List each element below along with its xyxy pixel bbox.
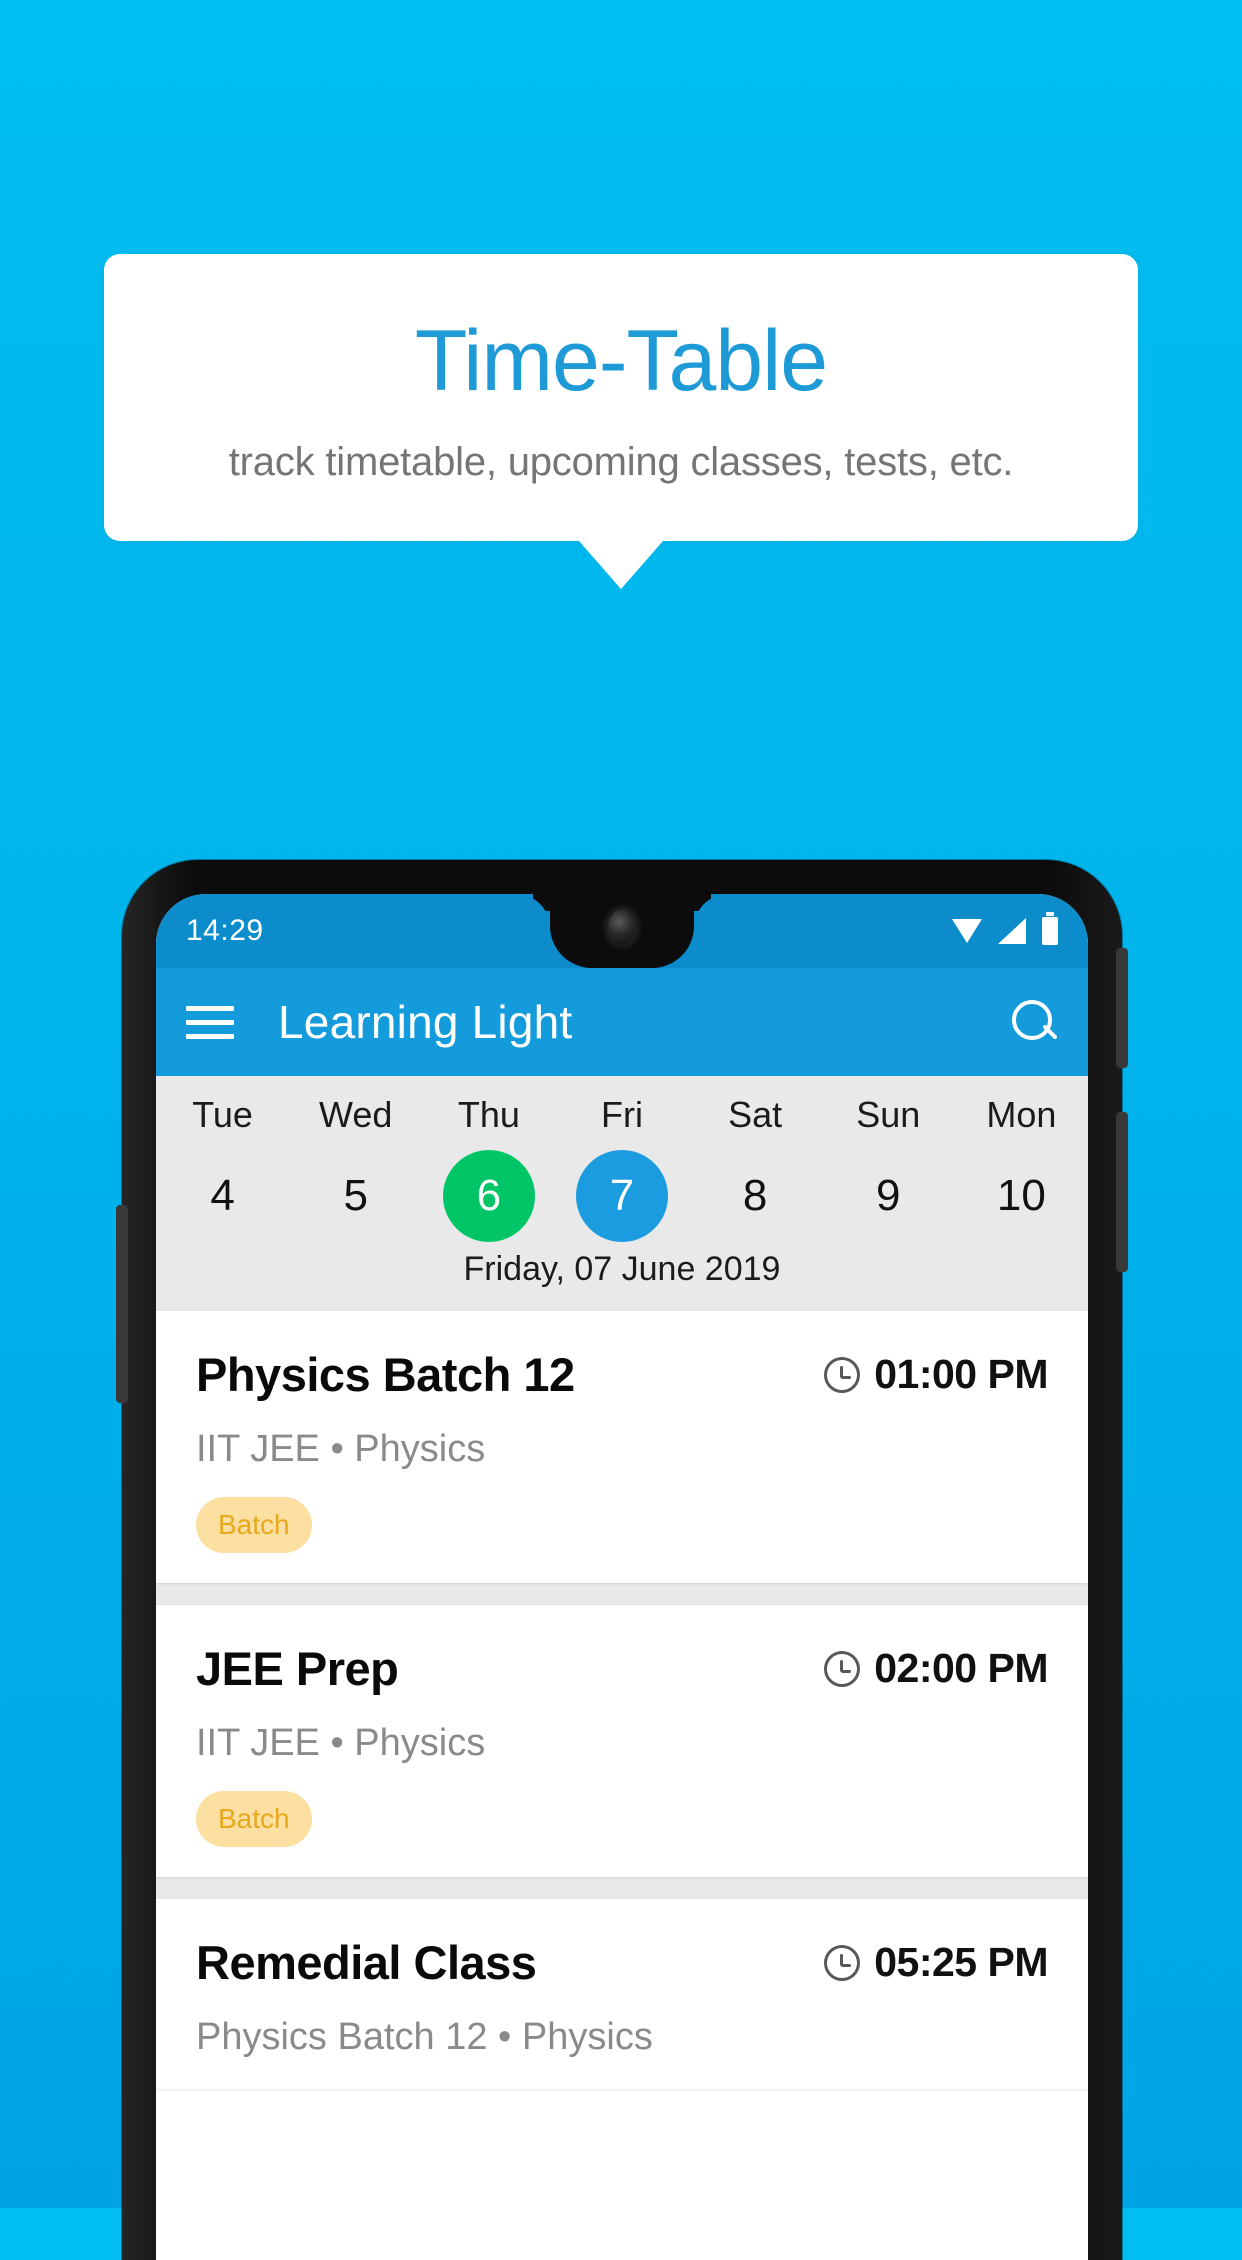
status-bar-clock: 14:29 (186, 914, 264, 947)
calendar-date-number: 9 (876, 1171, 901, 1220)
hamburger-menu-icon[interactable] (186, 1005, 234, 1039)
volume-rocker-button[interactable] (116, 1205, 128, 1403)
power-button[interactable] (1116, 1112, 1128, 1272)
calendar-date-wrap: 7 (555, 1150, 688, 1242)
calendar-day-label: Fri (601, 1094, 643, 1135)
calendar-day-cell-thu[interactable]: Thu 6 (422, 1094, 555, 1242)
notch (550, 894, 694, 968)
class-card[interactable]: JEE Prep 02:00 PM IIT JEE • Physics Batc… (156, 1605, 1088, 1877)
class-subtitle: IIT JEE • Physics (196, 1428, 486, 1470)
class-tag-row: Batch (196, 1791, 1048, 1847)
class-time: 01:00 PM (874, 1351, 1048, 1397)
hamburger-bar (186, 1005, 234, 1011)
calendar-date-wrap: 4 (156, 1150, 289, 1242)
calendar-date-number: 4 (210, 1171, 235, 1220)
calendar-day-cell-mon[interactable]: Mon 10 (955, 1094, 1088, 1242)
calendar-day-label: Tue (192, 1094, 253, 1135)
hero-subtitle: track timetable, upcoming classes, tests… (228, 440, 1014, 485)
calendar-day-cell-wed[interactable]: Wed 5 (289, 1094, 422, 1242)
hamburger-bar (186, 1019, 234, 1025)
class-list: Physics Batch 12 01:00 PM IIT JEE • Phys… (156, 1311, 1088, 2089)
calendar-day-cell-fri[interactable]: Fri 7 (555, 1094, 688, 1242)
search-icon[interactable] (1008, 997, 1058, 1047)
hero-callout: Time-Table track timetable, upcoming cla… (104, 254, 1138, 590)
app-bar: Learning Light (156, 968, 1088, 1076)
calendar-date-number: 8 (742, 1171, 768, 1220)
class-card-header: Physics Batch 12 01:00 PM (196, 1347, 1048, 1402)
calendar-date-wrap: 6 (422, 1150, 555, 1242)
clock-icon (824, 1356, 861, 1393)
calendar-day-label: Sat (728, 1094, 783, 1135)
class-time-group: 05:25 PM (824, 1939, 1048, 1986)
phone-screen: 14:29 Learning Light Tue 4 Wed 5 Thu 6 F… (156, 894, 1088, 2260)
class-time-group: 01:00 PM (824, 1351, 1048, 1398)
class-title: JEE Prep (196, 1642, 399, 1695)
calendar-date-number-selected: 7 (575, 1150, 668, 1242)
class-time: 02:00 PM (874, 1645, 1048, 1691)
calendar-date-wrap: 9 (822, 1150, 955, 1242)
class-card-header: JEE Prep 02:00 PM (196, 1641, 1048, 1696)
clock-icon (824, 1650, 861, 1687)
calendar-date-wrap: 8 (689, 1150, 822, 1242)
class-time: 05:25 PM (874, 1939, 1048, 1985)
class-subtitle: IIT JEE • Physics (196, 1722, 486, 1764)
calendar-date-wrap: 5 (289, 1150, 422, 1242)
selected-date-label: Friday, 07 June 2019 (463, 1250, 781, 1288)
battery-icon (1042, 912, 1058, 945)
calendar-day-label: Mon (986, 1094, 1057, 1135)
calendar-day-label: Wed (319, 1094, 393, 1135)
wifi-icon (952, 919, 982, 943)
hamburger-bar (186, 1033, 234, 1039)
class-subtitle: Physics Batch 12 • Physics (196, 2016, 653, 2058)
status-bar-icons (952, 912, 1058, 945)
calendar-day-cell-sun[interactable]: Sun 9 (822, 1094, 955, 1242)
class-tag-row: Batch (196, 1497, 1048, 1553)
class-card[interactable]: Physics Batch 12 01:00 PM IIT JEE • Phys… (156, 1311, 1088, 1583)
calendar-date-wrap: 10 (955, 1150, 1088, 1242)
front-camera-icon (608, 910, 636, 944)
side-button-upper[interactable] (1116, 948, 1128, 1068)
app-title: Learning Light (278, 996, 573, 1048)
calendar-day-label: Thu (457, 1094, 520, 1135)
bubble-tail-icon (579, 541, 663, 590)
calendar-day-label: Sun (856, 1094, 921, 1135)
calendar-date-number: 5 (343, 1171, 368, 1220)
clock-icon (824, 1944, 861, 1981)
status-badge: Batch (196, 1791, 312, 1847)
class-card[interactable]: Remedial Class 05:25 PM Physics Batch 12… (156, 1899, 1088, 2089)
phone-mockup: 14:29 Learning Light Tue 4 Wed 5 Thu 6 F… (116, 860, 1128, 2260)
hero-title: Time-Table (414, 313, 828, 409)
class-card-header: Remedial Class 05:25 PM (196, 1935, 1048, 1990)
calendar-day-cell-sat[interactable]: Sat 8 (689, 1094, 822, 1242)
status-badge: Batch (196, 1497, 312, 1553)
hero-bubble: Time-Table track timetable, upcoming cla… (104, 254, 1138, 542)
class-title: Remedial Class (196, 1936, 537, 1989)
class-title: Physics Batch 12 (196, 1348, 575, 1401)
calendar-date-number-today: 6 (442, 1150, 535, 1242)
signal-icon (998, 918, 1026, 944)
calendar-day-row: Tue 4 Wed 5 Thu 6 Fri 7 Sat 8 Sun 9 Mon … (156, 1094, 1088, 1242)
calendar-date-number: 10 (996, 1171, 1046, 1220)
calendar-day-cell-tue[interactable]: Tue 4 (156, 1094, 289, 1242)
calendar-strip: Tue 4 Wed 5 Thu 6 Fri 7 Sat 8 Sun 9 Mon … (156, 1076, 1088, 1311)
class-time-group: 02:00 PM (824, 1645, 1048, 1692)
